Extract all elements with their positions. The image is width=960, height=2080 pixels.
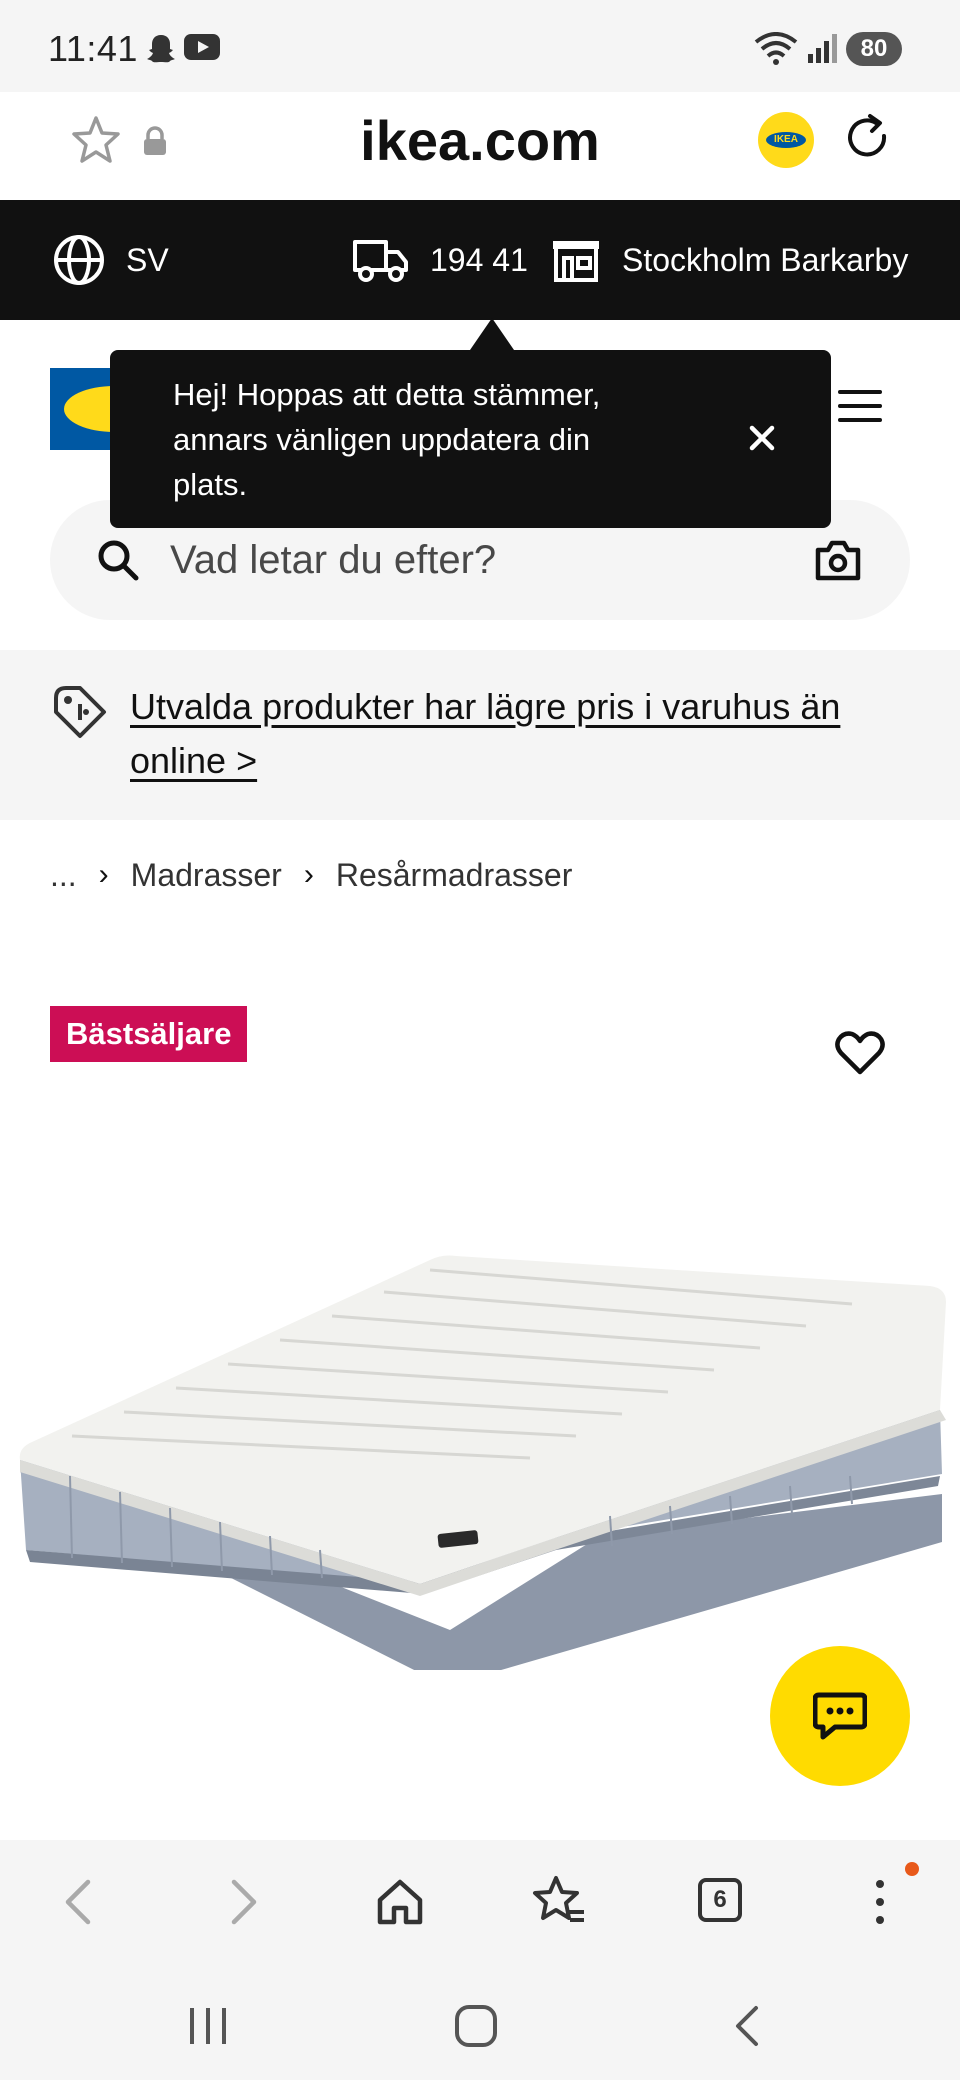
ikea-app-icon[interactable]: IKEA: [758, 112, 814, 168]
store-icon: [553, 241, 599, 282]
search-input[interactable]: [170, 530, 730, 590]
bestseller-badge: Bästsäljare: [50, 1006, 248, 1062]
system-back-icon[interactable]: [726, 2004, 770, 2053]
location-tooltip: Hej! Hoppas att detta stämmer, annars vä…: [110, 350, 831, 528]
back-arrow-icon[interactable]: [52, 1874, 108, 1930]
breadcrumb-item-resarmadrasser[interactable]: Resårmadrasser: [336, 857, 573, 894]
globe-icon: [54, 235, 104, 285]
system-navigation-bar: [0, 1964, 960, 2080]
youtube-icon: [184, 32, 220, 67]
store-label: Stockholm Barkarby: [622, 241, 909, 278]
snapchat-icon: [144, 32, 178, 71]
hamburger-menu-icon[interactable]: [838, 390, 882, 430]
heart-icon[interactable]: [835, 1030, 885, 1081]
signal-icon: [806, 32, 838, 69]
wifi-icon: [754, 32, 798, 71]
postcode-label: 194 41: [430, 241, 528, 278]
chat-icon: [813, 1692, 867, 1740]
notification-dot: [905, 1862, 919, 1876]
tooltip-text: Hej! Hoppas att detta stämmer, annars vä…: [173, 377, 601, 502]
product-gallery: Bästsäljare: [0, 930, 960, 1840]
camera-icon[interactable]: [814, 538, 862, 587]
tabs-button[interactable]: 6: [698, 1878, 742, 1922]
address-bar[interactable]: ikea.com IKEA: [34, 92, 926, 188]
breadcrumb: ... › Madrasser › Resårmadrasser: [50, 850, 572, 900]
language-label: SV: [126, 241, 169, 278]
browser-toolbar: [0, 1840, 960, 1964]
promo-link[interactable]: Utvalda produkter har lägre pris i varuh…: [130, 680, 910, 788]
breadcrumb-item-ellipsis[interactable]: ...: [50, 857, 77, 894]
ikea-app-label: IKEA: [766, 132, 806, 148]
product-image-mattress[interactable]: [10, 1210, 950, 1670]
more-options-icon[interactable]: [852, 1874, 908, 1930]
chat-button[interactable]: [770, 1646, 910, 1786]
recent-apps-icon[interactable]: [186, 2004, 230, 2053]
postcode-selector[interactable]: 194 41: [352, 200, 528, 320]
language-selector[interactable]: SV: [52, 200, 169, 320]
bookmarks-icon[interactable]: [532, 1874, 588, 1930]
price-tag-icon: [52, 684, 108, 745]
breadcrumb-item-madrasser[interactable]: Madrasser: [131, 857, 282, 894]
lock-icon: [142, 126, 168, 161]
home-icon[interactable]: [372, 1874, 428, 1930]
star-icon[interactable]: [70, 114, 122, 171]
reload-icon[interactable]: [840, 110, 896, 171]
location-bar: SV 194 41 Stockholm Barkarby: [0, 200, 960, 320]
close-icon[interactable]: [746, 422, 778, 454]
forward-arrow-icon[interactable]: [214, 1874, 270, 1930]
promo-banner: Utvalda produkter har lägre pris i varuh…: [0, 650, 960, 820]
search-icon[interactable]: [96, 538, 140, 587]
store-selector[interactable]: Stockholm Barkarby: [550, 200, 908, 320]
tooltip-arrow: [470, 318, 514, 350]
chevron-right-icon: ›: [303, 858, 314, 891]
truck-icon: [353, 240, 408, 282]
status-bar: 11:41 80: [0, 0, 960, 92]
home-button-icon[interactable]: [454, 2004, 498, 2053]
status-time: 11:41: [48, 28, 138, 69]
chevron-right-icon: ›: [98, 858, 109, 891]
battery-icon: 80: [846, 32, 902, 66]
